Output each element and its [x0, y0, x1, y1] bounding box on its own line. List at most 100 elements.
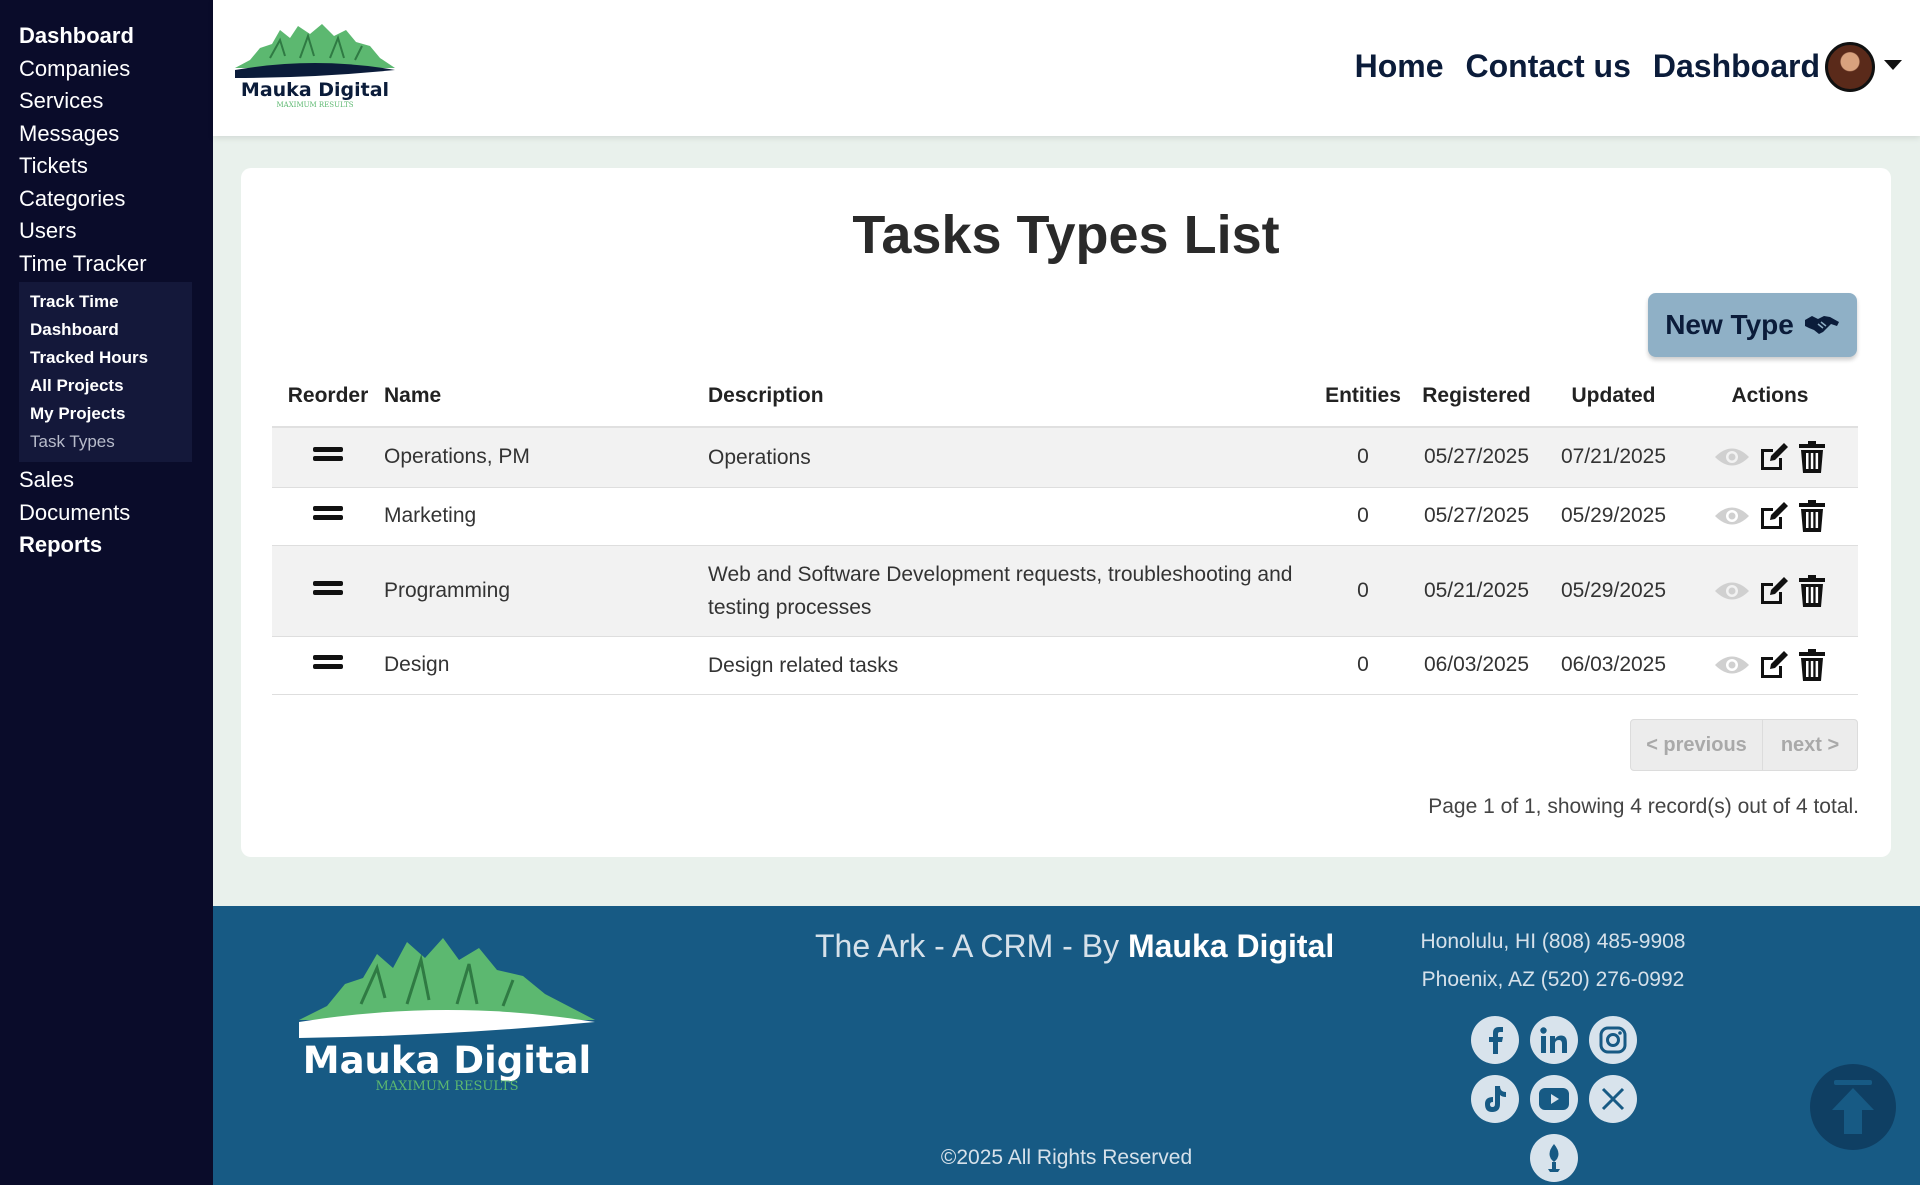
sidebar-item-sales[interactable]: Sales	[0, 464, 213, 497]
user-avatar[interactable]	[1825, 42, 1875, 92]
sidebar-item-categories[interactable]: Categories	[0, 183, 213, 216]
drag-handle-icon[interactable]	[313, 502, 343, 524]
new-type-label: New Type	[1665, 309, 1794, 340]
table-row: Programming Web and Software Development…	[272, 545, 1858, 637]
row-name: Programming	[384, 545, 708, 637]
row-updated: 07/21/2025	[1545, 427, 1682, 488]
submenu-item-my-projects[interactable]: My Projects	[30, 400, 192, 428]
nav-dashboard-link[interactable]: Dashboard	[1653, 48, 1820, 85]
address-phoenix: Phoenix, AZ (520) 276-0992	[1421, 968, 1685, 991]
col-entities: Entities	[1318, 365, 1408, 428]
page-info: Page 1 of 1, showing 4 record(s) out of …	[1428, 795, 1859, 818]
sidebar-item-messages[interactable]: Messages	[0, 118, 213, 151]
x-icon[interactable]	[1589, 1075, 1637, 1123]
time-tracker-submenu: Track Time Dashboard Tracked Hours All P…	[19, 282, 192, 462]
row-registered: 05/21/2025	[1408, 545, 1545, 637]
handshake-icon	[1804, 316, 1839, 334]
arrow-up-icon	[1832, 1080, 1874, 1134]
row-description	[708, 487, 1318, 546]
footer-logo-subtext: MAXIMUM RESULTS	[375, 1079, 518, 1094]
sidebar-item-dashboard[interactable]: Dashboard	[0, 20, 213, 53]
col-reorder: Reorder	[272, 365, 384, 428]
edit-icon[interactable]	[1758, 575, 1790, 607]
footer-tagline: The Ark - A CRM - By Mauka Digital	[815, 928, 1334, 965]
row-description: Web and Software Development requests, t…	[708, 545, 1318, 637]
top-header: Mauka Digital MAXIMUM RESULTS Home Conta…	[213, 0, 1920, 136]
edit-icon[interactable]	[1758, 441, 1790, 473]
row-name: Operations, PM	[384, 427, 708, 488]
row-updated: 06/03/2025	[1545, 636, 1682, 695]
drag-handle-icon[interactable]	[313, 651, 343, 673]
submenu-item-track-time[interactable]: Track Time	[30, 288, 192, 316]
pagination: < previous next >	[1630, 719, 1858, 771]
copyright-text: ©2025 All Rights Reserved	[940, 1146, 1193, 1169]
sidebar-item-reports[interactable]: Reports	[0, 529, 213, 562]
footer-logo: Mauka Digital MAXIMUM RESULTS	[299, 938, 595, 1094]
row-updated: 05/29/2025	[1545, 545, 1682, 637]
sidebar-item-services[interactable]: Services	[0, 85, 213, 118]
col-actions: Actions	[1682, 365, 1858, 428]
row-updated: 05/29/2025	[1545, 487, 1682, 546]
trash-icon[interactable]	[1798, 500, 1826, 532]
mauka-digital-logo[interactable]: Mauka Digital MAXIMUM RESULTS	[230, 18, 400, 110]
sidebar-item-companies[interactable]: Companies	[0, 53, 213, 86]
nav-home-link[interactable]: Home	[1355, 48, 1444, 85]
view-eye-icon[interactable]	[1714, 442, 1750, 472]
footer-logo-text: Mauka Digital	[303, 1039, 591, 1082]
row-entities: 0	[1318, 427, 1408, 488]
drag-handle-icon[interactable]	[313, 577, 343, 599]
row-entities: 0	[1318, 636, 1408, 695]
col-registered: Registered	[1408, 365, 1545, 428]
scroll-to-top-button[interactable]	[1810, 1064, 1896, 1150]
trash-icon[interactable]	[1798, 649, 1826, 681]
new-type-button[interactable]: New Type	[1648, 293, 1857, 357]
instagram-icon[interactable]	[1589, 1016, 1637, 1064]
sidebar-item-time-tracker[interactable]: Time Tracker	[0, 248, 213, 281]
table-row: Marketing 0 05/27/2025 05/29/2025	[272, 487, 1858, 546]
sidebar-item-users[interactable]: Users	[0, 215, 213, 248]
next-page-button[interactable]: next >	[1763, 720, 1857, 770]
tiktok-icon[interactable]	[1471, 1075, 1519, 1123]
submenu-item-all-projects[interactable]: All Projects	[30, 372, 192, 400]
table-row: Operations, PM Operations 0 05/27/2025 0…	[272, 427, 1858, 488]
view-eye-icon[interactable]	[1714, 576, 1750, 606]
drag-handle-icon[interactable]	[313, 443, 343, 465]
row-entities: 0	[1318, 545, 1408, 637]
nav-contact-link[interactable]: Contact us	[1466, 48, 1631, 85]
footer: Mauka Digital MAXIMUM RESULTS The Ark - …	[213, 906, 1920, 1185]
table-header-row: Reorder Name Description Entities Regist…	[272, 365, 1858, 428]
edit-icon[interactable]	[1758, 649, 1790, 681]
previous-page-button[interactable]: < previous	[1631, 720, 1763, 770]
sidebar-item-documents[interactable]: Documents	[0, 497, 213, 530]
submenu-item-dashboard[interactable]: Dashboard	[30, 316, 192, 344]
top-nav: Home Contact us Dashboard	[1355, 48, 1820, 85]
row-name: Marketing	[384, 487, 708, 546]
trash-icon[interactable]	[1798, 441, 1826, 474]
facebook-icon[interactable]	[1471, 1016, 1519, 1064]
logo-subtext: MAXIMUM RESULTS	[276, 101, 353, 109]
row-description: Operations	[708, 427, 1318, 488]
sidebar-item-tickets[interactable]: Tickets	[0, 150, 213, 183]
task-types-table: Reorder Name Description Entities Regist…	[272, 365, 1858, 695]
logo-text: Mauka Digital	[241, 79, 389, 101]
row-registered: 05/27/2025	[1408, 427, 1545, 488]
linkedin-icon[interactable]	[1530, 1016, 1578, 1064]
task-types-card: Tasks Types List New Type Reorder Name D…	[241, 168, 1891, 857]
row-registered: 05/27/2025	[1408, 487, 1545, 546]
tagline-brand[interactable]: Mauka Digital	[1128, 928, 1334, 964]
edit-icon[interactable]	[1758, 500, 1790, 532]
sidebar: Dashboard Companies Services Messages Ti…	[0, 0, 213, 1185]
address-honolulu: Honolulu, HI (808) 485-9908	[1420, 930, 1686, 953]
col-description: Description	[708, 365, 1318, 428]
row-entities: 0	[1318, 487, 1408, 546]
submenu-item-tracked-hours[interactable]: Tracked Hours	[30, 344, 192, 372]
trash-icon[interactable]	[1798, 574, 1826, 607]
youtube-icon[interactable]	[1530, 1075, 1578, 1123]
chevron-down-icon[interactable]	[1884, 60, 1902, 70]
submenu-item-task-types[interactable]: Task Types	[30, 428, 192, 456]
row-name: Design	[384, 636, 708, 695]
table-row: Design Design related tasks 0 06/03/2025…	[272, 636, 1858, 695]
view-eye-icon[interactable]	[1714, 501, 1750, 531]
view-eye-icon[interactable]	[1714, 650, 1750, 680]
col-updated: Updated	[1545, 365, 1682, 428]
